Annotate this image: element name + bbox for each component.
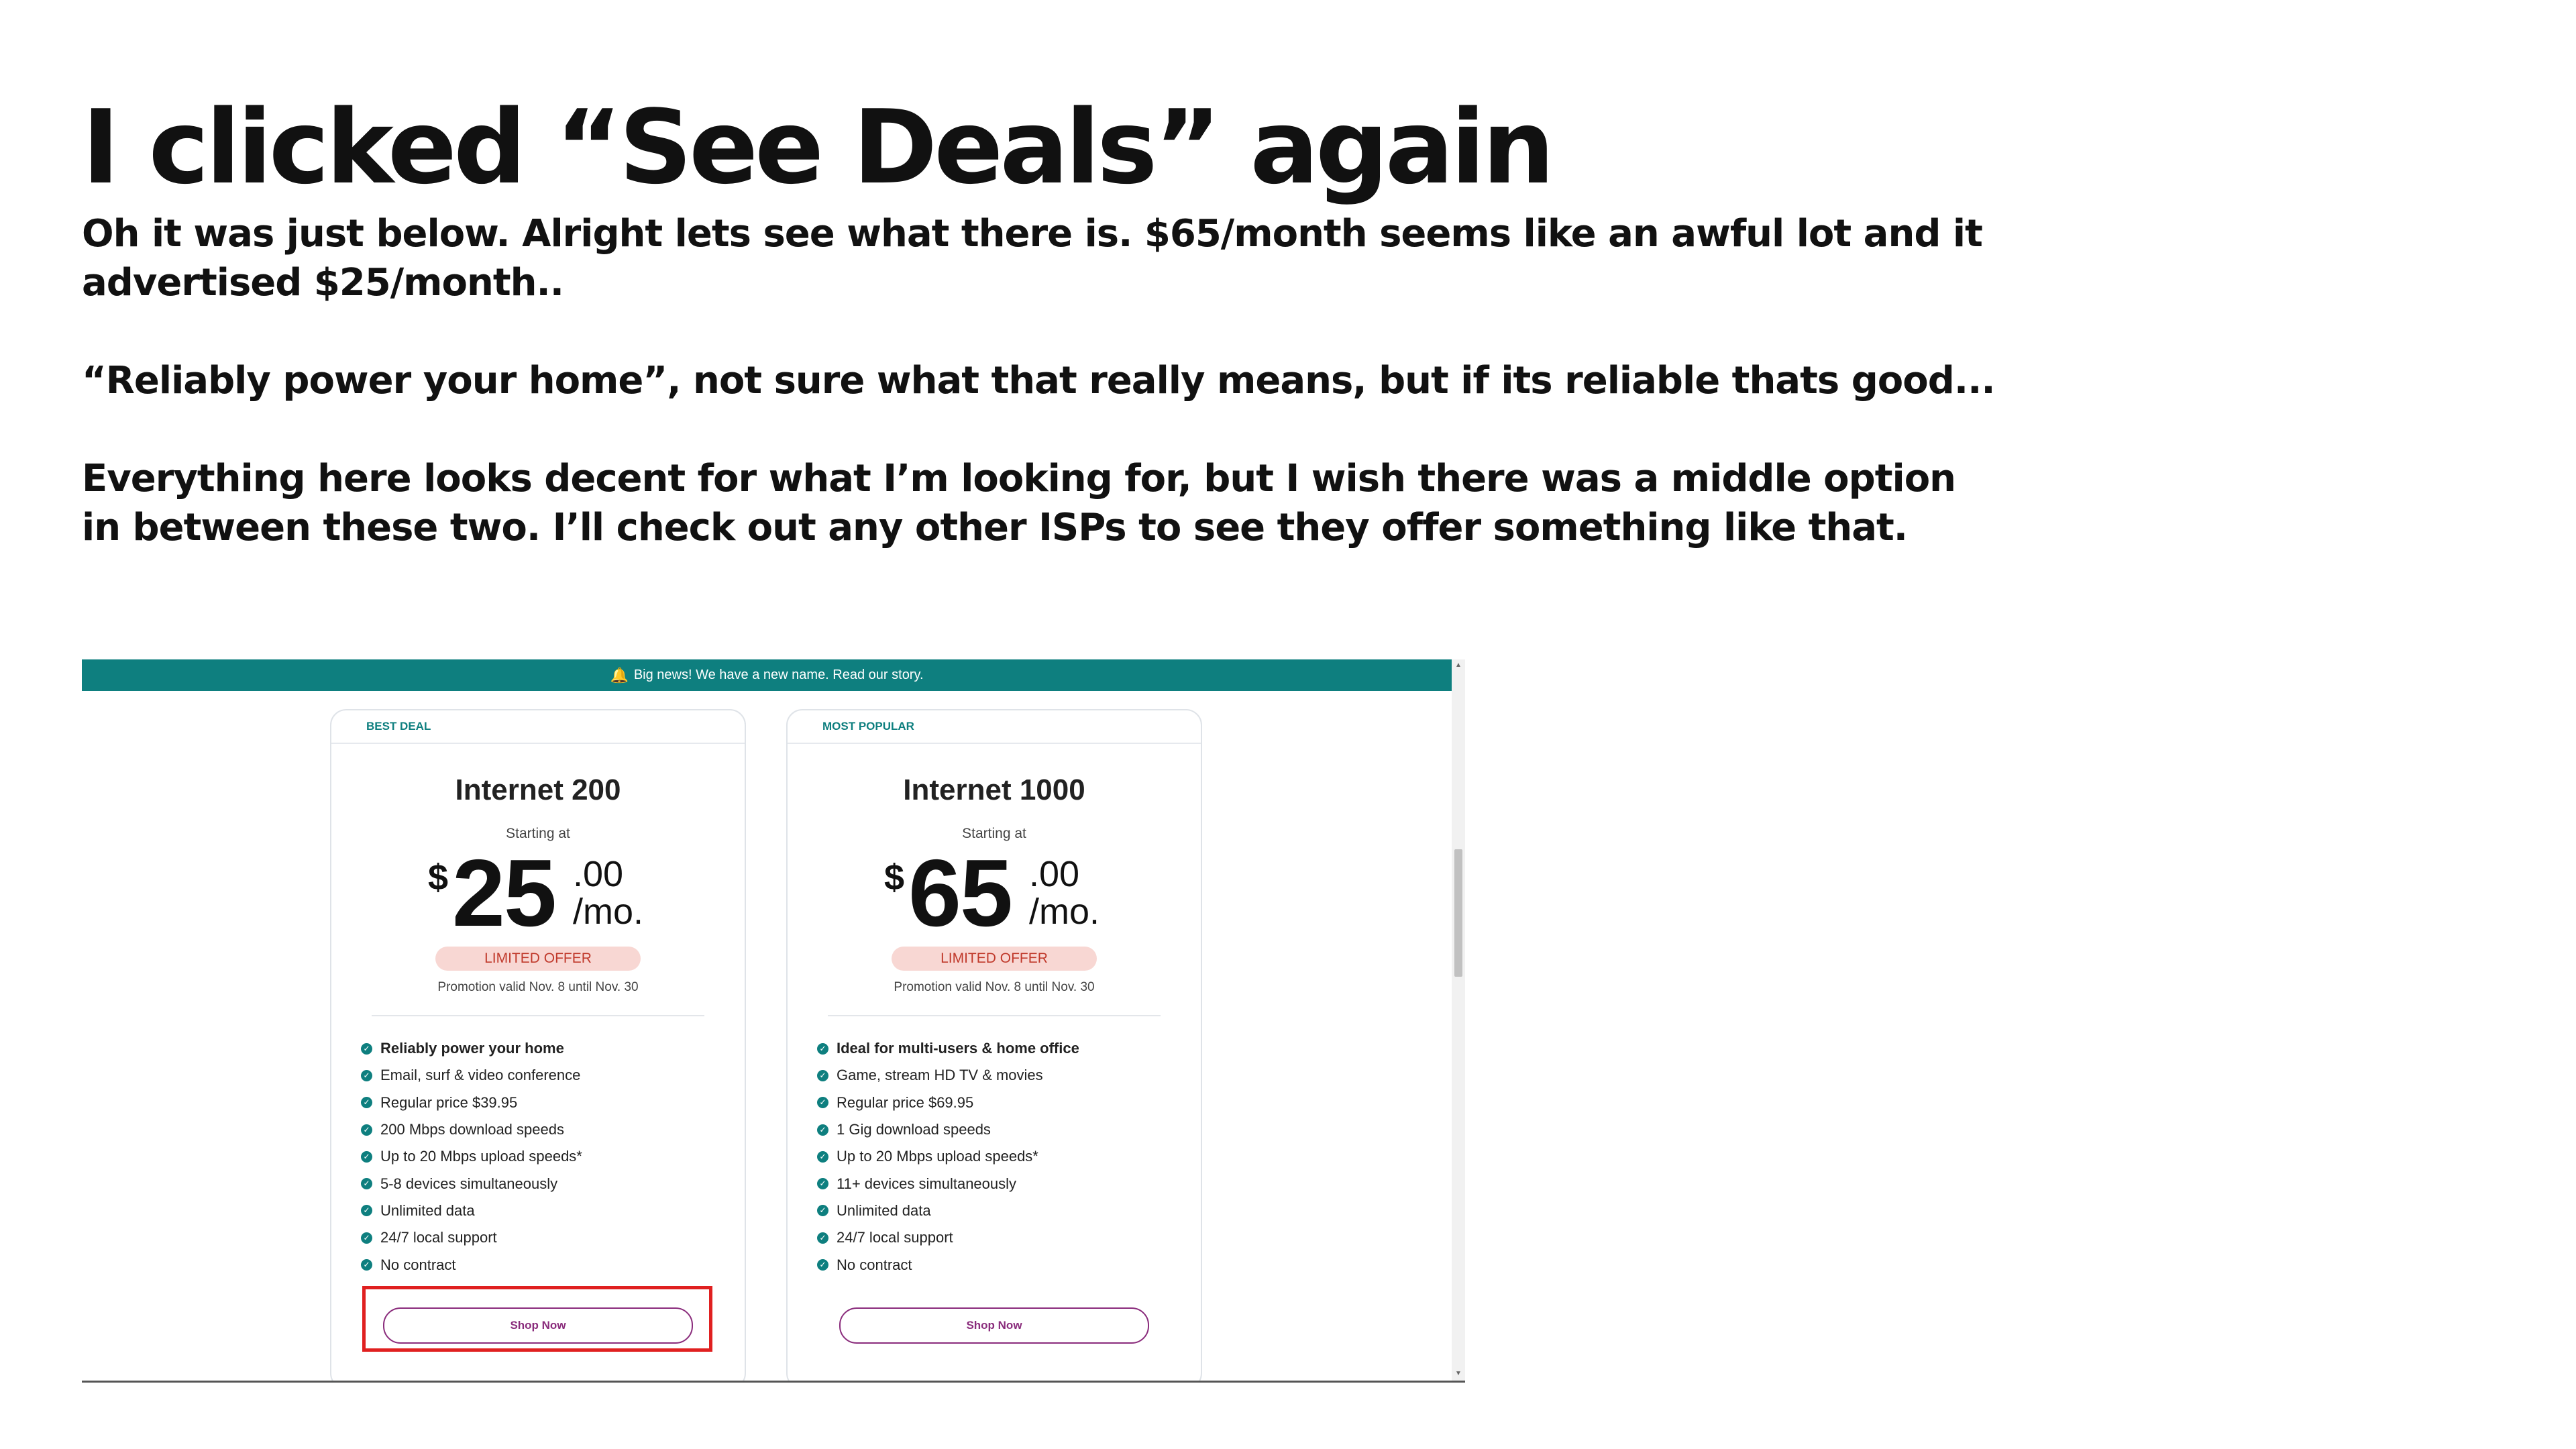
card-tag: MOST POPULAR: [788, 710, 1201, 744]
price-amount: 65: [908, 840, 1013, 947]
feature-item: ✓ Ideal for multi-users & home office: [817, 1035, 1201, 1062]
currency-symbol: $: [884, 857, 905, 898]
feature-item: ✓ 24/7 local support: [361, 1224, 745, 1251]
check-icon: ✓: [361, 1097, 372, 1109]
feature-item: ✓ Game, stream HD TV & movies: [817, 1062, 1201, 1089]
plan-card-internet-200: BEST DEAL Internet 200 Starting at $ 25 …: [330, 709, 746, 1381]
check-icon: ✓: [361, 1042, 372, 1055]
plan-name: Internet 1000: [903, 773, 1085, 806]
feature-item: ✓ 1 Gig download speeds: [817, 1116, 1201, 1143]
slide-title: I clicked “See Deals” again: [82, 88, 1555, 207]
limited-offer-badge: LIMITED OFFER: [435, 947, 641, 971]
feature-item: ✓ Unlimited data: [817, 1197, 1201, 1224]
shop-now-button[interactable]: Shop Now: [839, 1307, 1149, 1344]
check-icon: ✓: [361, 1259, 372, 1271]
check-icon: ✓: [361, 1232, 372, 1244]
feature-item: ✓ Up to 20 Mbps upload speeds*: [361, 1143, 745, 1170]
bell-icon: 🔔: [610, 666, 629, 684]
check-icon: ✓: [361, 1178, 372, 1190]
banner-text: Big news! We have a new name. Read our s…: [633, 667, 924, 682]
divider: [828, 1015, 1161, 1016]
promo-text: Promotion valid Nov. 8 until Nov. 30: [894, 980, 1095, 994]
promo-text: Promotion valid Nov. 8 until Nov. 30: [437, 980, 639, 994]
website-screenshot: 🔔 Big news! We have a new name. Read our…: [82, 659, 1465, 1383]
scrollbar-thumb[interactable]: [1454, 849, 1462, 977]
price-cents: .00: [1029, 854, 1080, 894]
price-period: /mo.: [573, 892, 644, 932]
feature-item: ✓ Up to 20 Mbps upload speeds*: [817, 1143, 1201, 1170]
feature-list: ✓ Ideal for multi-users & home office ✓ Ga…: [817, 1035, 1201, 1279]
feature-item: ✓ 200 Mbps download speeds: [361, 1116, 745, 1143]
check-icon: ✓: [817, 1205, 828, 1217]
check-icon: ✓: [361, 1150, 372, 1163]
plan-name: Internet 200: [455, 773, 621, 806]
feature-item: ✓ 5-8 devices simultaneously: [361, 1170, 745, 1197]
price: $ 65 .00 /mo.: [788, 846, 1201, 941]
check-icon: ✓: [817, 1042, 828, 1055]
feature-item: ✓ Regular price $69.95: [817, 1089, 1201, 1116]
check-icon: ✓: [817, 1124, 828, 1136]
check-icon: ✓: [361, 1069, 372, 1081]
limited-offer-badge: LIMITED OFFER: [892, 947, 1097, 971]
slide-body: Oh it was just below. Alright lets see w…: [82, 209, 2000, 552]
check-icon: ✓: [361, 1205, 372, 1217]
check-icon: ✓: [817, 1232, 828, 1244]
scroll-up-icon[interactable]: ▲: [1454, 662, 1462, 669]
body-paragraph: “Reliably power your home”, not sure wha…: [82, 359, 1996, 402]
page-scrollbar[interactable]: ▲ ▼: [1452, 659, 1465, 1381]
feature-item: ✓ 24/7 local support: [817, 1224, 1201, 1251]
price: $ 25 .00 /mo.: [331, 846, 745, 941]
check-icon: ✓: [817, 1259, 828, 1271]
feature-item: ✓ No contract: [817, 1251, 1201, 1278]
feature-list: ✓ Reliably power your home ✓ Email, surf &…: [361, 1035, 745, 1279]
card-tag: BEST DEAL: [331, 710, 745, 744]
annotation-highlight-box: [362, 1286, 712, 1352]
price-cents: .00: [573, 854, 624, 894]
plan-card-internet-1000: MOST POPULAR Internet 1000 Starting at $…: [786, 709, 1202, 1381]
price-period: /mo.: [1029, 892, 1100, 932]
check-icon: ✓: [361, 1124, 372, 1136]
price-amount: 25: [452, 840, 557, 947]
feature-item: ✓ Unlimited data: [361, 1197, 745, 1224]
check-icon: ✓: [817, 1097, 828, 1109]
feature-item: ✓ Reliably power your home: [361, 1035, 745, 1062]
divider: [372, 1015, 704, 1016]
check-icon: ✓: [817, 1069, 828, 1081]
feature-item: ✓ 11+ devices simultaneously: [817, 1170, 1201, 1197]
currency-symbol: $: [428, 857, 449, 898]
body-paragraph: Oh it was just below. Alright lets see w…: [82, 212, 1983, 305]
feature-item: ✓ Regular price $39.95: [361, 1089, 745, 1116]
feature-item: ✓ No contract: [361, 1251, 745, 1278]
feature-item: ✓ Email, surf & video conference: [361, 1062, 745, 1089]
announcement-banner[interactable]: 🔔 Big news! We have a new name. Read our…: [82, 659, 1452, 691]
scroll-down-icon[interactable]: ▼: [1454, 1371, 1462, 1377]
check-icon: ✓: [817, 1150, 828, 1163]
body-paragraph: Everything here looks decent for what I’…: [82, 457, 1956, 549]
check-icon: ✓: [817, 1178, 828, 1190]
